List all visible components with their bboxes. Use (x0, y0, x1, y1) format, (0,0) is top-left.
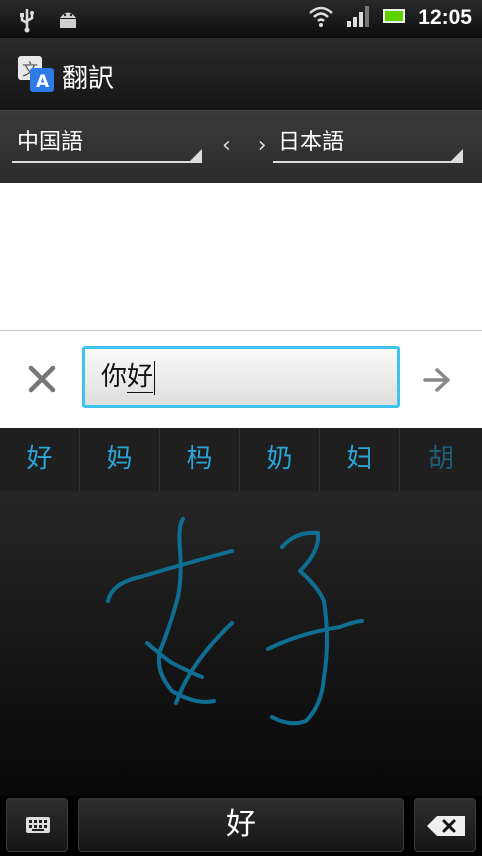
dropdown-triangle-icon (451, 149, 463, 161)
usb-icon (16, 7, 38, 37)
candidate-item[interactable]: 妈 (80, 428, 160, 491)
space-candidate-key[interactable]: 好 (78, 798, 404, 852)
candidate-item[interactable]: 妇 (320, 428, 400, 491)
swap-languages-button[interactable]: ‹ › (222, 133, 277, 158)
language-bar: 中国語 ‹ › 日本語 (0, 111, 482, 183)
candidate-item[interactable]: 杩 (160, 428, 240, 491)
translate-app-icon: 文 A (16, 54, 56, 94)
android-debug-icon (56, 7, 80, 37)
handwriting-canvas[interactable] (0, 491, 482, 796)
source-text-input[interactable]: 你好 (82, 346, 400, 408)
candidate-item[interactable]: 好 (0, 428, 80, 491)
target-language-label: 日本語 (278, 130, 345, 155)
target-language-spinner[interactable]: 日本語 (273, 125, 463, 163)
candidate-item[interactable]: 胡 (400, 428, 482, 491)
input-text: 你 (101, 362, 128, 392)
keyboard-icon (25, 816, 51, 838)
keyboard-bottom-row: 好 (0, 796, 482, 856)
signal-icon (346, 5, 370, 31)
translation-result-area (0, 183, 482, 330)
status-bar: 12:05 (0, 0, 482, 38)
handwriting-strokes (106, 517, 364, 726)
status-time: 12:05 (418, 6, 472, 29)
battery-icon (382, 7, 406, 29)
source-language-label: 中国語 (17, 130, 84, 155)
delete-button[interactable] (414, 798, 476, 852)
text-caret (154, 360, 156, 395)
input-row: 你好 (0, 330, 482, 429)
wifi-icon (308, 4, 334, 32)
candidate-bar: 好 妈 杩 奶 妇 胡 (0, 428, 482, 492)
backspace-icon (425, 814, 467, 842)
app-title: 翻訳 (62, 64, 115, 94)
arrow-right-icon[interactable] (422, 367, 452, 393)
action-bar: 文 A 翻訳 (0, 38, 482, 111)
svg-text:A: A (36, 72, 50, 92)
composing-text: 好 (127, 362, 154, 393)
dropdown-triangle-icon (190, 149, 202, 161)
source-language-spinner[interactable]: 中国語 (12, 125, 202, 163)
candidate-item[interactable]: 奶 (240, 428, 320, 491)
switch-keyboard-button[interactable] (6, 798, 68, 852)
clear-icon[interactable] (26, 363, 58, 395)
